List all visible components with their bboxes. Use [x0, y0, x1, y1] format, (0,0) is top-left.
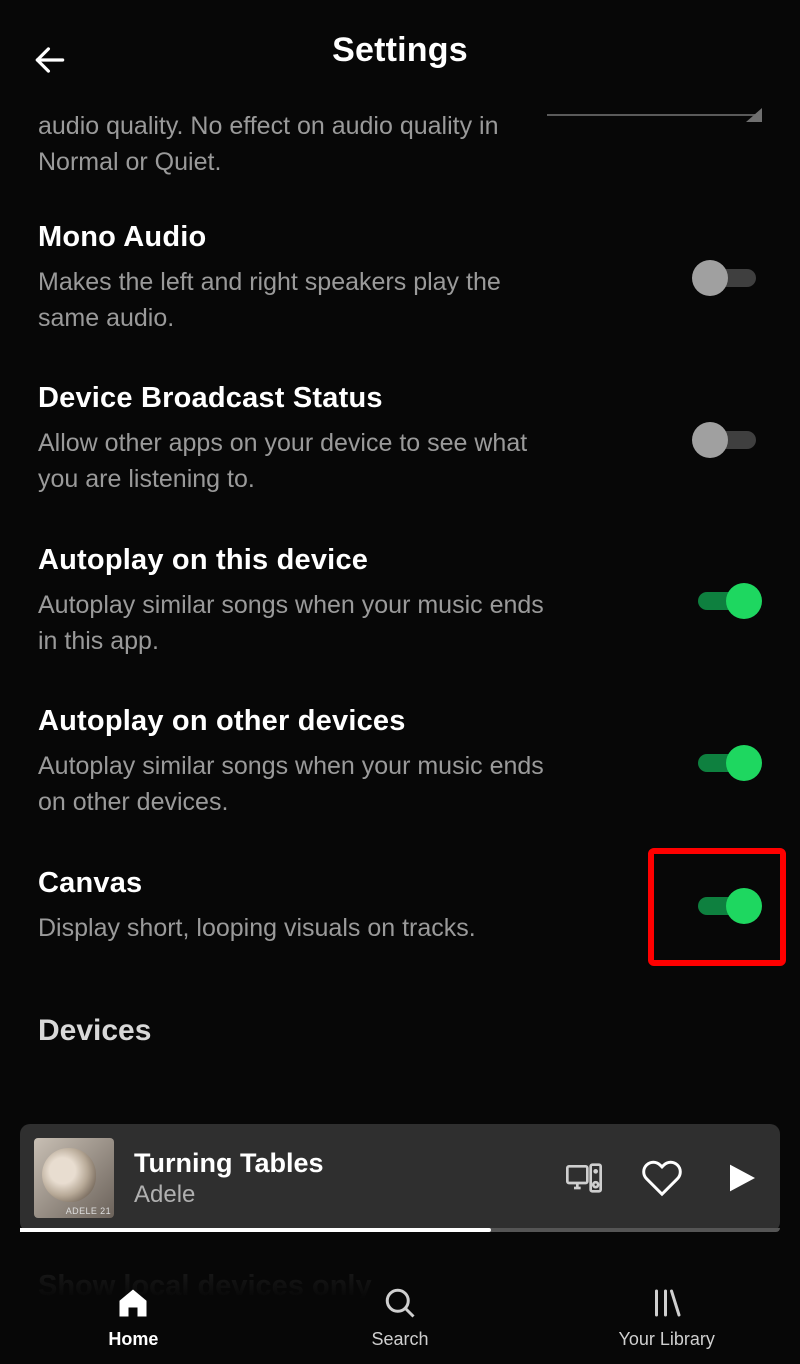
volume-slider[interactable] [547, 108, 762, 122]
devices-button[interactable] [562, 1156, 606, 1200]
nav-label: Search [371, 1329, 428, 1350]
page-title: Settings [332, 31, 468, 70]
play-icon [720, 1158, 760, 1198]
toggle-canvas[interactable] [692, 886, 762, 926]
setting-row-canvas: Canvas Display short, looping visuals on… [38, 845, 762, 970]
setting-title: Autoplay on other devices [38, 705, 668, 738]
setting-row-mono-audio: Mono Audio Makes the left and right spea… [38, 199, 762, 361]
toggle-autoplay-other-devices[interactable] [692, 743, 762, 783]
section-header-devices: Devices [0, 970, 800, 1060]
setting-desc: Autoplay similar songs when your music e… [38, 748, 558, 821]
setting-desc: Display short, looping visuals on tracks… [38, 910, 638, 946]
arrow-left-icon [31, 41, 69, 79]
back-button[interactable] [28, 38, 72, 82]
setting-row-autoplay-this-device: Autoplay on this device Autoplay similar… [38, 522, 762, 684]
setting-desc: Autoplay similar songs when your music e… [38, 587, 558, 660]
heart-icon [641, 1157, 683, 1199]
now-playing-artist: Adele [134, 1181, 562, 1209]
setting-row-autoplay-other-devices: Autoplay on other devices Autoplay simil… [38, 683, 762, 845]
nav-library[interactable]: Your Library [533, 1238, 800, 1364]
toggle-device-broadcast[interactable] [692, 420, 762, 460]
like-button[interactable] [640, 1156, 684, 1200]
toggle-autoplay-this-device[interactable] [692, 581, 762, 621]
nav-home[interactable]: Home [0, 1238, 267, 1364]
setting-desc-partial: audio quality. No effect on audio qualit… [38, 108, 518, 181]
devices-icon [564, 1158, 604, 1198]
album-art-label: ADELE 21 [66, 1206, 111, 1216]
home-icon [113, 1283, 153, 1323]
bottom-nav: Home Search Your Library [0, 1238, 800, 1364]
play-button[interactable] [718, 1156, 762, 1200]
library-icon [647, 1283, 687, 1323]
toggle-mono-audio[interactable] [692, 258, 762, 298]
setting-title: Mono Audio [38, 221, 668, 254]
search-icon [380, 1283, 420, 1323]
progress-bar[interactable] [20, 1228, 491, 1232]
setting-desc: Allow other apps on your device to see w… [38, 425, 558, 498]
now-playing-bar[interactable]: ADELE 21 Turning Tables Adele [20, 1124, 780, 1232]
nav-label: Your Library [618, 1329, 714, 1350]
setting-title: Canvas [38, 867, 668, 900]
setting-title: Autoplay on this device [38, 544, 668, 577]
setting-title: Device Broadcast Status [38, 382, 668, 415]
album-art: ADELE 21 [34, 1138, 114, 1218]
setting-desc: Makes the left and right speakers play t… [38, 264, 558, 337]
setting-row-device-broadcast: Device Broadcast Status Allow other apps… [38, 360, 762, 522]
nav-search[interactable]: Search [267, 1238, 534, 1364]
nav-label: Home [108, 1329, 158, 1350]
now-playing-title: Turning Tables [134, 1148, 562, 1179]
